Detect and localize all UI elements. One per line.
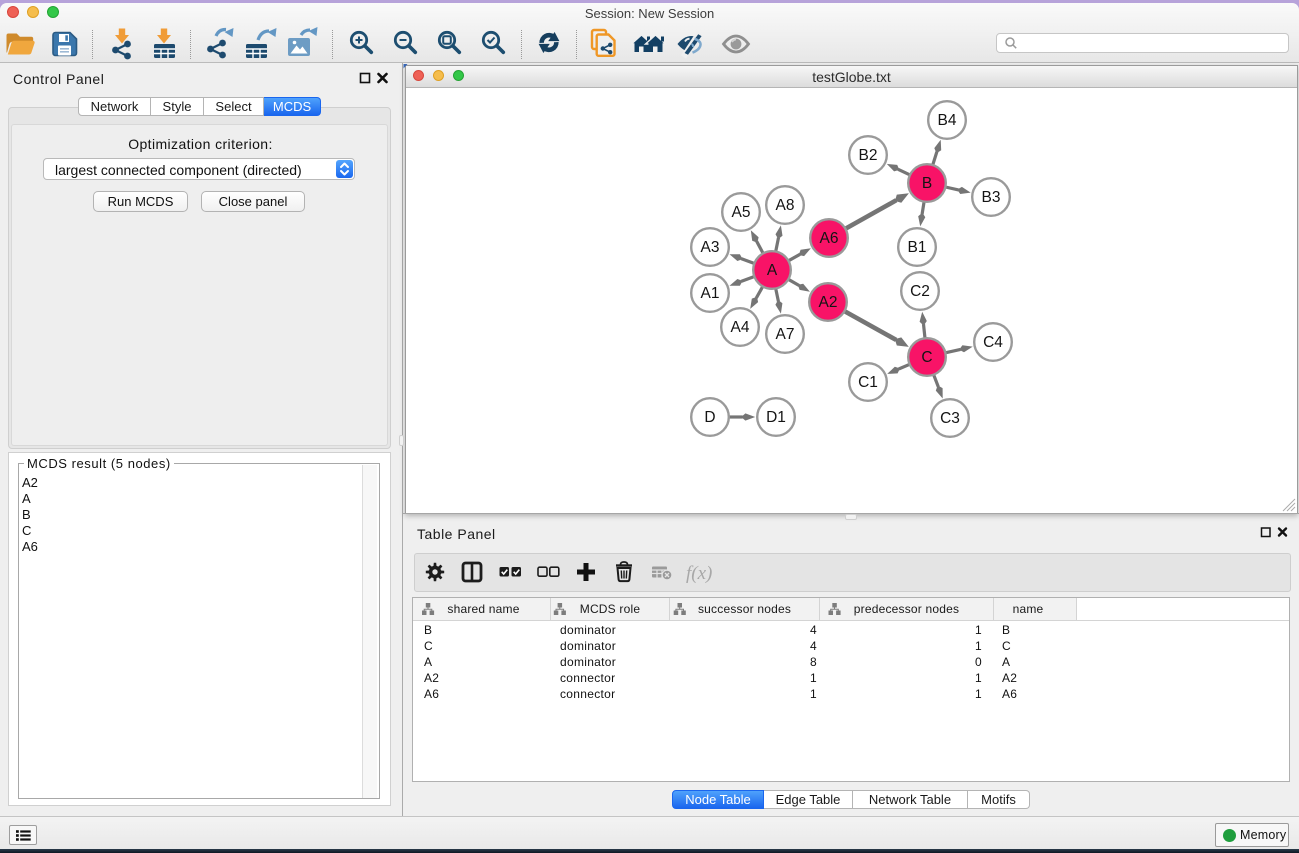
svg-text:A5: A5 [732, 204, 751, 221]
svg-text:D: D [704, 409, 715, 426]
svg-text:B3: B3 [982, 189, 1001, 206]
svg-text:A: A [767, 262, 778, 279]
svg-text:C1: C1 [858, 374, 878, 391]
svg-text:C: C [921, 349, 932, 366]
svg-text:B2: B2 [859, 147, 878, 164]
svg-text:f(x): f(x) [686, 563, 712, 584]
svg-text:B4: B4 [938, 112, 957, 129]
svg-text:A6: A6 [820, 230, 839, 247]
svg-text:A1: A1 [701, 285, 720, 302]
svg-text:C2: C2 [910, 283, 930, 300]
svg-text:C4: C4 [983, 334, 1003, 351]
svg-text:A4: A4 [731, 319, 750, 336]
svg-text:D1: D1 [766, 409, 786, 426]
svg-text:A3: A3 [701, 239, 720, 256]
svg-text:C3: C3 [940, 410, 960, 427]
svg-text:A7: A7 [776, 326, 795, 343]
svg-text:B1: B1 [908, 239, 927, 256]
svg-text:A2: A2 [819, 294, 838, 311]
svg-text:A8: A8 [776, 197, 795, 214]
svg-text:B: B [922, 175, 932, 192]
